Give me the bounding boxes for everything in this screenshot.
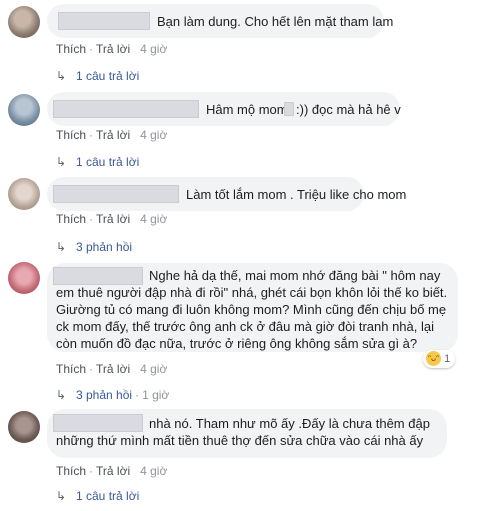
comment-bubble: nhà nó. Tham như mõ ấy .Đấy là chưa thêm… xyxy=(47,409,447,458)
redacted-name xyxy=(53,185,179,203)
comment-time: 4 giờ xyxy=(140,128,168,142)
comment-actions: Thích · Trả lời 4 giờ xyxy=(56,42,168,56)
view-replies-link[interactable]: ↳ 1 câu trả lời xyxy=(56,69,139,83)
comment-line: những thứ mình mất tiền thuê thợ đến sửa… xyxy=(56,433,424,448)
reply-arrow-icon: ↳ xyxy=(56,69,67,83)
comment-line: còn muốn đồ đạc nữa, trước ở riêng ông k… xyxy=(56,336,418,351)
avatar[interactable] xyxy=(8,411,40,443)
comment-time: 4 giờ xyxy=(140,42,168,56)
like-link[interactable]: Thích xyxy=(56,42,86,56)
comment-feed: Bạn làm dung. Cho hết lên mặt tham lam T… xyxy=(0,0,491,511)
view-replies-link[interactable]: ↳ 3 phản hồi · 1 giờ xyxy=(56,388,169,402)
reaction-badge[interactable]: ᵔᴗᵔ 1 xyxy=(423,350,456,368)
comment-text: Làm tốt lắm mom . Triệu like cho mom xyxy=(186,187,407,202)
reply-arrow-icon: ↳ xyxy=(56,155,67,169)
comment-text: Bạn làm dung. Cho hết lên mặt tham lam xyxy=(157,14,394,29)
replies-label: 1 câu trả lời xyxy=(76,489,140,503)
comment-line: Giường tủ có mang đi luôn không mom? Mìn… xyxy=(56,302,447,317)
comment-line: nhà nó. Tham như mõ ấy .Đấy là chưa thêm… xyxy=(149,416,430,431)
redacted-text xyxy=(284,102,294,116)
like-link[interactable]: Thích xyxy=(56,128,86,142)
comment-actions: Thích · Trả lời 4 giờ xyxy=(56,362,168,376)
avatar[interactable] xyxy=(8,262,40,294)
comment-text: Hâm mộ mom xyxy=(206,102,288,117)
comment-line: Nghe hả dạ thế, mai mom nhớ đăng bài " h… xyxy=(149,268,441,283)
like-link[interactable]: Thích xyxy=(56,212,86,226)
reply-link[interactable]: Trả lời xyxy=(96,42,130,56)
like-link[interactable]: Thích xyxy=(56,464,86,478)
replies-label: 1 câu trả lời xyxy=(76,69,140,83)
replies-label: 3 phản hồi xyxy=(76,388,133,402)
comment-time: 4 giờ xyxy=(140,464,168,478)
comment-time: 4 giờ xyxy=(140,212,168,226)
comment-text-cont: :)) đọc mà hả hê v xyxy=(296,102,401,117)
comment-bubble: Nghe hả dạ thế, mai mom nhớ đăng bài " h… xyxy=(47,263,458,352)
avatar[interactable] xyxy=(8,178,40,210)
comment-actions: Thích · Trả lời 4 giờ xyxy=(56,464,168,478)
avatar[interactable] xyxy=(8,94,40,126)
view-replies-link[interactable]: ↳ 3 phản hồi xyxy=(56,240,132,254)
reply-link[interactable]: Trả lời xyxy=(96,212,130,226)
reply-arrow-icon: ↳ xyxy=(56,240,67,254)
replies-label: 1 câu trả lời xyxy=(76,155,140,169)
comment-actions: Thích · Trả lời 4 giờ xyxy=(56,128,168,142)
redacted-name xyxy=(53,100,199,118)
comment-bubble: Làm tốt lắm mom . Triệu like cho mom xyxy=(47,177,406,211)
replies-time: 1 giờ xyxy=(142,388,170,402)
redacted-name xyxy=(58,12,150,30)
reply-arrow-icon: ↳ xyxy=(56,388,67,402)
comment-bubble: Bạn làm dung. Cho hết lên mặt tham lam xyxy=(47,4,393,38)
reaction-count: 1 xyxy=(444,353,451,365)
reply-link[interactable]: Trả lời xyxy=(96,362,130,376)
reply-link[interactable]: Trả lời xyxy=(96,128,130,142)
comment-actions: Thích · Trả lời 4 giờ xyxy=(56,212,168,226)
comment-text: Nghe hả dạ thế, mai mom nhớ đăng bài " h… xyxy=(56,267,456,352)
view-replies-link[interactable]: ↳ 1 câu trả lời xyxy=(56,489,139,503)
reply-link[interactable]: Trả lời xyxy=(96,464,130,478)
comment-text: nhà nó. Tham như mõ ấy .Đấy là chưa thêm… xyxy=(56,415,446,449)
comment-line: em thuê người đập nhà đi rồi" nhá, ghét … xyxy=(56,285,448,300)
replies-label: 3 phản hồi xyxy=(76,240,133,254)
avatar[interactable] xyxy=(8,6,40,38)
comment-bubble: Hâm mộ mom :)) đọc mà hả hê v xyxy=(47,92,401,126)
haha-emoji-icon: ᵔᴗᵔ xyxy=(426,350,441,366)
reply-arrow-icon: ↳ xyxy=(56,489,67,503)
view-replies-link[interactable]: ↳ 1 câu trả lời xyxy=(56,155,139,169)
like-link[interactable]: Thích xyxy=(56,362,86,376)
comment-line: ck mom đấy, thế trước ông anh ck ở đâu m… xyxy=(56,319,434,334)
comment-time: 4 giờ xyxy=(140,362,168,376)
